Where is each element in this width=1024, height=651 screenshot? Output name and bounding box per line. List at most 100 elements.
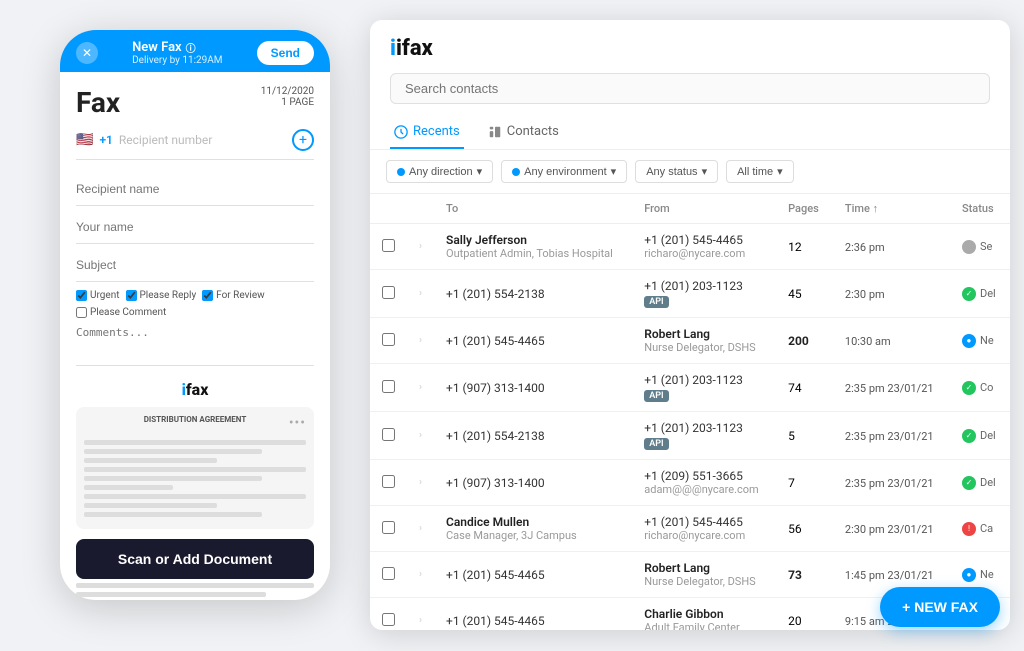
table-row[interactable]: ›Sally JeffersonOutpatient Admin, Tobias… [370,224,1010,270]
close-button[interactable]: ✕ [76,42,98,64]
info-icon: ⓘ [186,40,196,55]
row-to: Candice MullenCase Manager, 3J Campus [434,506,632,552]
row-pages: 73 [776,552,833,598]
tab-recents[interactable]: Recents [390,116,464,149]
row-time: 2:35 pm 23/01/21 [833,364,950,412]
recipient-name-field [76,170,314,206]
table-row[interactable]: ›+1 (201) 554-2138+1 (201) 203-1123API45… [370,270,1010,318]
row-status: ●Ne [950,318,1010,364]
fax-title: Fax [76,86,120,119]
checkbox-please-comment[interactable]: Please Comment [76,307,166,318]
filter-status[interactable]: Any status ▾ [635,160,718,183]
phone-content: Fax 11/12/2020 1 PAGE 🇺🇸 +1 Recipient nu… [60,72,330,600]
doc-options-icon[interactable]: ••• [289,415,306,431]
row-to: +1 (201) 554-2138 [434,270,632,318]
row-status: !Ca [950,506,1010,552]
document-preview: ••• DISTRIBUTION AGREEMENT [76,407,314,529]
row-checkbox[interactable] [382,613,395,626]
row-chevron-icon: › [407,270,434,318]
status-dot: ✓ [962,287,976,301]
row-checkbox[interactable] [382,380,395,393]
row-checkbox-cell [370,364,407,412]
row-checkbox[interactable] [382,428,395,441]
checkbox-for-review[interactable]: For Review [202,290,265,301]
doc-title: DISTRIBUTION AGREEMENT [84,415,306,424]
row-pages: 5 [776,412,833,460]
comments-textarea[interactable] [76,326,314,366]
contacts-icon [488,125,502,139]
fax-table: To From Pages Time ↑ Status ›Sally Jeffe… [370,194,1010,630]
status-dot [962,240,976,254]
scan-add-document-button[interactable]: Scan or Add Document [76,539,314,579]
row-checkbox[interactable] [382,286,395,299]
row-checkbox-cell [370,270,407,318]
row-time: 2:36 pm [833,224,950,270]
filter-time[interactable]: All time ▾ [726,160,794,183]
filter-direction[interactable]: Any direction ▾ [386,160,493,183]
recipient-placeholder: Recipient number [119,133,286,147]
checkbox-please-reply[interactable]: Please Reply [126,290,197,301]
chevron-down-icon: ▾ [702,165,708,178]
subject-field [76,246,314,282]
row-status: ✓Del [950,412,1010,460]
row-checkbox[interactable] [382,239,395,252]
new-fax-button[interactable]: + NEW FAX [880,587,1000,627]
flag-icon: 🇺🇸 [76,132,93,148]
row-chevron-icon: › [407,460,434,506]
row-chevron-icon: › [407,364,434,412]
row-chevron-icon: › [407,552,434,598]
row-status: ✓Del [950,270,1010,318]
row-from: Robert LangNurse Delegator, DSHS [632,318,776,364]
status-dot: ● [962,334,976,348]
row-checkbox[interactable] [382,475,395,488]
your-name-input[interactable] [76,220,314,234]
recipient-name-input[interactable] [76,182,314,196]
table-row[interactable]: ›+1 (201) 554-2138+1 (201) 203-1123API52… [370,412,1010,460]
row-status: Se [950,224,1010,270]
status-dot: ● [962,568,976,582]
table-row[interactable]: ›Candice MullenCase Manager, 3J Campus+1… [370,506,1010,552]
row-from: +1 (201) 203-1123API [632,412,776,460]
search-input[interactable] [390,73,990,104]
row-checkbox-cell [370,412,407,460]
row-time: 2:30 pm [833,270,950,318]
delivery-text: Delivery by 11:29AM [132,55,222,66]
row-time: 2:30 pm 23/01/21 [833,506,950,552]
checkbox-urgent[interactable]: Urgent [76,290,120,301]
status-dot: ✓ [962,381,976,395]
filter-bar: Any direction ▾ Any environment ▾ Any st… [370,150,1010,194]
row-from: +1 (201) 545-4465richaro@nycare.com [632,224,776,270]
row-from: +1 (201) 203-1123API [632,364,776,412]
col-arrow [407,194,434,224]
table-row[interactable]: ›+1 (201) 545-4465Robert LangNurse Deleg… [370,318,1010,364]
filter-environment[interactable]: Any environment ▾ [501,160,627,183]
chevron-down-icon: ▾ [777,165,783,178]
row-pages: 56 [776,506,833,552]
table-row[interactable]: ›+1 (907) 313-1400+1 (201) 203-1123API74… [370,364,1010,412]
row-checkbox[interactable] [382,333,395,346]
row-chevron-icon: › [407,224,434,270]
row-from: Robert LangNurse Delegator, DSHS [632,552,776,598]
add-recipient-button[interactable]: + [292,129,314,151]
tabs-container: Recents Contacts [390,116,990,149]
send-button[interactable]: Send [257,41,314,65]
row-chevron-icon: › [407,598,434,631]
desktop-header: iifax Recents Contacts [370,20,1010,150]
row-checkbox[interactable] [382,521,395,534]
row-chevron-icon: › [407,412,434,460]
phone-title: New Fax ⓘ [132,40,222,55]
row-pages: 74 [776,364,833,412]
row-to: Sally JeffersonOutpatient Admin, Tobias … [434,224,632,270]
table-row[interactable]: ›+1 (907) 313-1400+1 (209) 551-3665adam@… [370,460,1010,506]
status-dot: ✓ [962,429,976,443]
row-to: +1 (201) 545-4465 [434,598,632,631]
col-status: Status [950,194,1010,224]
tab-contacts[interactable]: Contacts [484,116,563,149]
subject-input[interactable] [76,258,314,272]
row-pages: 7 [776,460,833,506]
row-checkbox[interactable] [382,567,395,580]
row-checkbox-cell [370,224,407,270]
row-checkbox-cell [370,506,407,552]
row-to: +1 (201) 545-4465 [434,552,632,598]
row-chevron-icon: › [407,506,434,552]
